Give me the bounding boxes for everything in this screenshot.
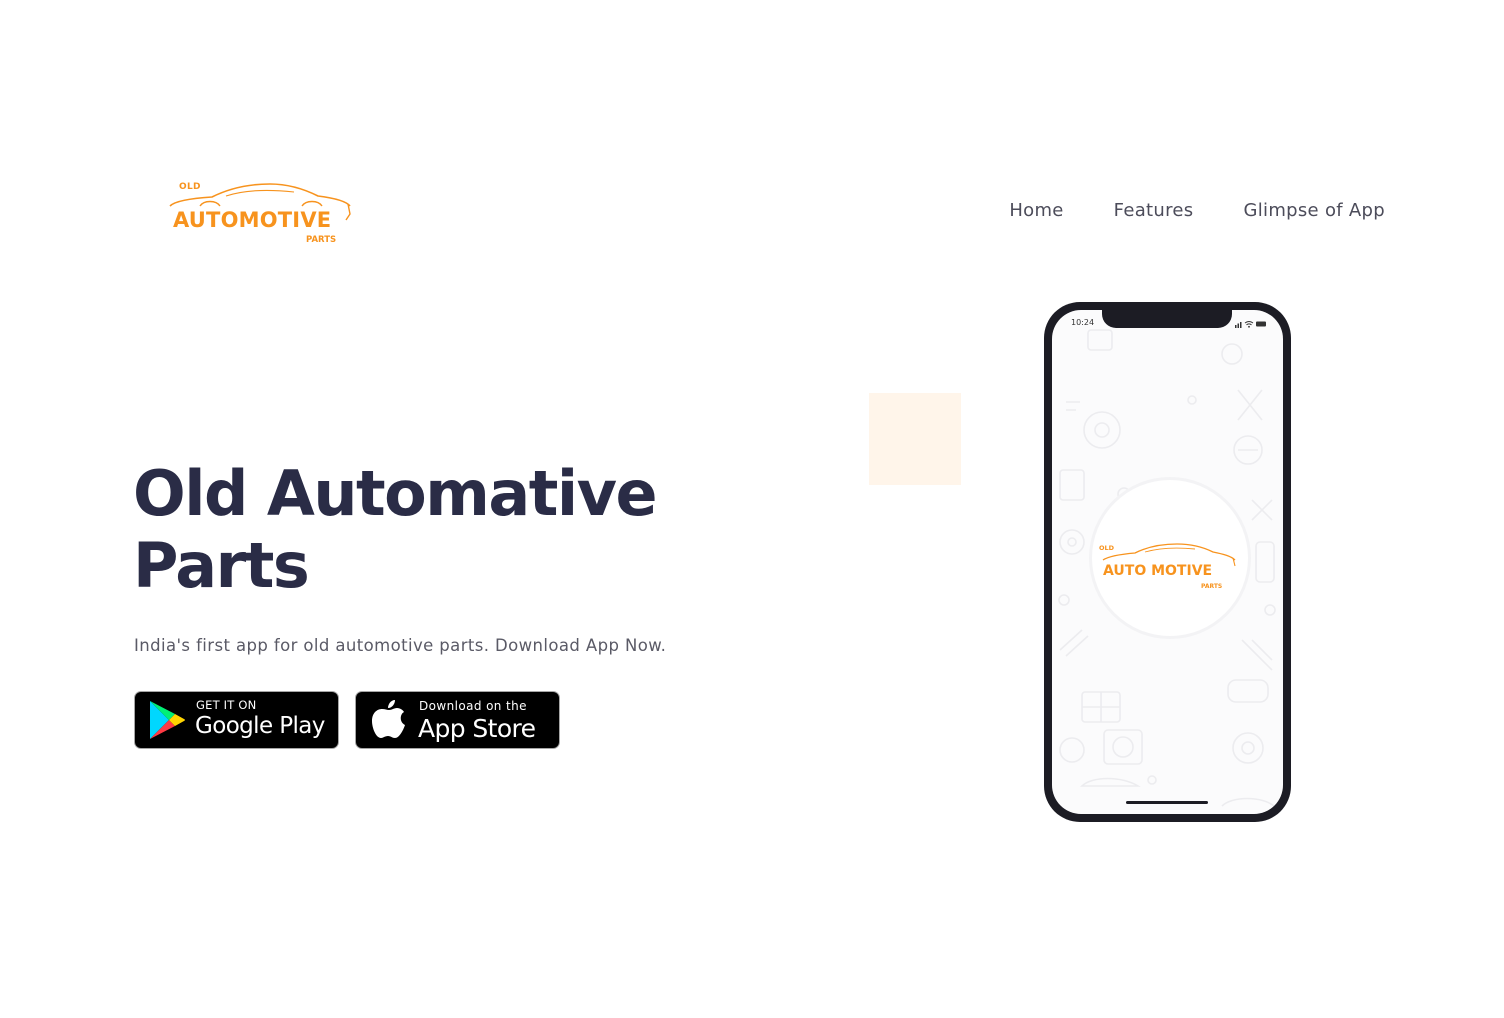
apple-icon bbox=[372, 700, 405, 738]
decorative-square bbox=[869, 393, 961, 485]
google-play-icon bbox=[150, 701, 185, 739]
logo-bottom-text: PARTS bbox=[306, 235, 337, 245]
phone-screen: 10:24 OLD AUTO MOTIVE PARTS bbox=[1052, 310, 1283, 814]
hero-title: Old Automative Parts bbox=[133, 457, 658, 602]
landing-page: OLD AUTOMOTIVE PARTS Home Features Glimp… bbox=[0, 0, 1504, 1018]
logo-main-text: AUTOMOTIVE bbox=[173, 208, 332, 232]
app-store-big-label: App Store bbox=[418, 714, 536, 743]
app-logo-top-text: OLD bbox=[1099, 544, 1115, 552]
app-splash-logo: OLD AUTO MOTIVE PARTS bbox=[1099, 538, 1239, 598]
app-logo-main-text: AUTO MOTIVE bbox=[1103, 563, 1213, 579]
app-store-button[interactable]: Download on the App Store bbox=[355, 691, 560, 749]
google-play-small-label: GET IT ON bbox=[196, 698, 257, 712]
phone-notch bbox=[1102, 310, 1232, 328]
hero-subtitle: India's first app for old automotive par… bbox=[134, 636, 667, 655]
home-indicator bbox=[1126, 801, 1208, 804]
nav-glimpse-of-app[interactable]: Glimpse of App bbox=[1243, 200, 1385, 221]
phone-mockup: 10:24 OLD AUTO MOTIVE PARTS bbox=[1044, 302, 1291, 822]
app-store-small-label: Download on the bbox=[419, 699, 527, 713]
logo-top-text: OLD bbox=[179, 182, 201, 192]
google-play-big-label: Google Play bbox=[195, 713, 325, 739]
google-play-button[interactable]: GET IT ON Google Play bbox=[134, 691, 339, 749]
main-nav: Home Features Glimpse of App bbox=[1009, 200, 1385, 221]
brand-logo[interactable]: OLD AUTOMOTIVE PARTS bbox=[166, 178, 356, 250]
nav-home[interactable]: Home bbox=[1009, 200, 1063, 221]
app-logo-bottom-text: PARTS bbox=[1201, 583, 1223, 590]
status-bar-icons bbox=[1235, 321, 1266, 328]
status-bar-time: 10:24 bbox=[1071, 318, 1095, 327]
nav-features[interactable]: Features bbox=[1114, 200, 1194, 221]
